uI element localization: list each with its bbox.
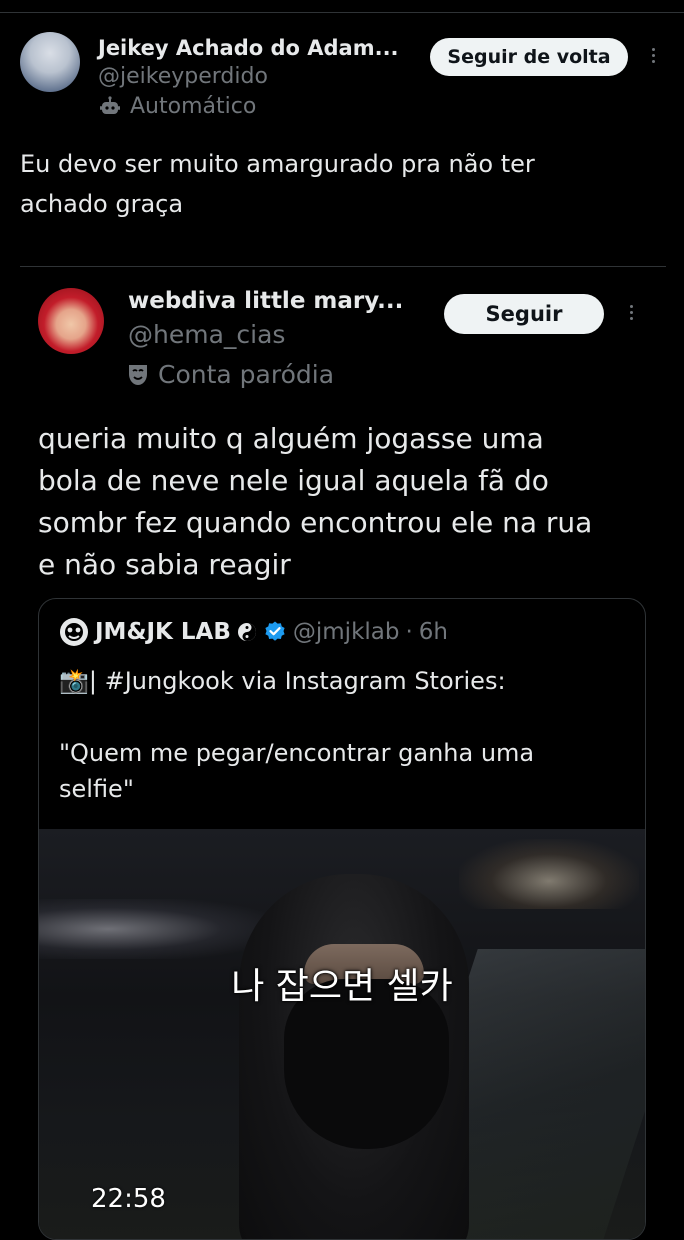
parody-label-text: Conta paródia [158, 360, 335, 389]
automated-label-text: Automático [130, 94, 257, 119]
yin-yang-icon [237, 622, 257, 642]
parody-label: Conta paródia [126, 360, 334, 389]
quoted-tweet-text: queria muito q alguém jogasse uma bola d… [38, 422, 593, 581]
verified-badge-icon [263, 620, 287, 644]
media-caption: 나 잡으면 셀카 [231, 966, 453, 1007]
nested-avatar[interactable] [59, 617, 89, 647]
nested-quote-card[interactable]: JM&JK LAB @jmjklab · 6h 📸| #Jungkook via… [38, 598, 646, 1240]
media-background-lights [459, 839, 639, 909]
follow-button[interactable]: Seguir [444, 294, 604, 334]
nested-quote-header: JM&JK LAB @jmjklab · 6h [59, 617, 448, 647]
quoted-avatar[interactable] [38, 288, 104, 354]
more-options-icon[interactable] [648, 48, 658, 63]
separator-dot: · [405, 619, 413, 645]
avatar[interactable] [20, 32, 80, 92]
nested-author-display-name[interactable]: JM&JK LAB [95, 619, 231, 645]
nested-author-handle[interactable]: @jmjklab [293, 619, 400, 645]
robot-icon [98, 95, 122, 119]
quoted-author-display-name[interactable]: webdiva little mary... [128, 288, 403, 314]
author-display-name[interactable]: Jeikey Achado do Adam... [98, 36, 399, 60]
video-media[interactable]: 나 잡으면 셀카 22:58 [39, 829, 645, 1239]
media-timestamp: 22:58 [91, 1184, 166, 1214]
tweet-text: Eu devo ser muito amargurado pra não ter… [20, 150, 535, 218]
top-divider [0, 12, 684, 13]
nested-quote-text-line1: 📸| #Jungkook via Instagram Stories: [59, 667, 506, 695]
automated-label: Automático [98, 94, 256, 119]
nested-quote-text-line2: "Quem me pegar/encontrar ganha uma selfi… [59, 739, 535, 803]
follow-back-button[interactable]: Seguir de volta [430, 38, 628, 76]
media-background-lights-left [39, 899, 269, 959]
nested-post-time[interactable]: 6h [419, 619, 448, 645]
quoted-author-handle[interactable]: @hema_cias [128, 320, 285, 349]
quoted-more-options-icon[interactable] [626, 305, 636, 320]
theater-mask-icon [126, 362, 150, 388]
author-handle[interactable]: @jeikeyperdido [98, 64, 268, 89]
tweet-divider [20, 266, 666, 267]
